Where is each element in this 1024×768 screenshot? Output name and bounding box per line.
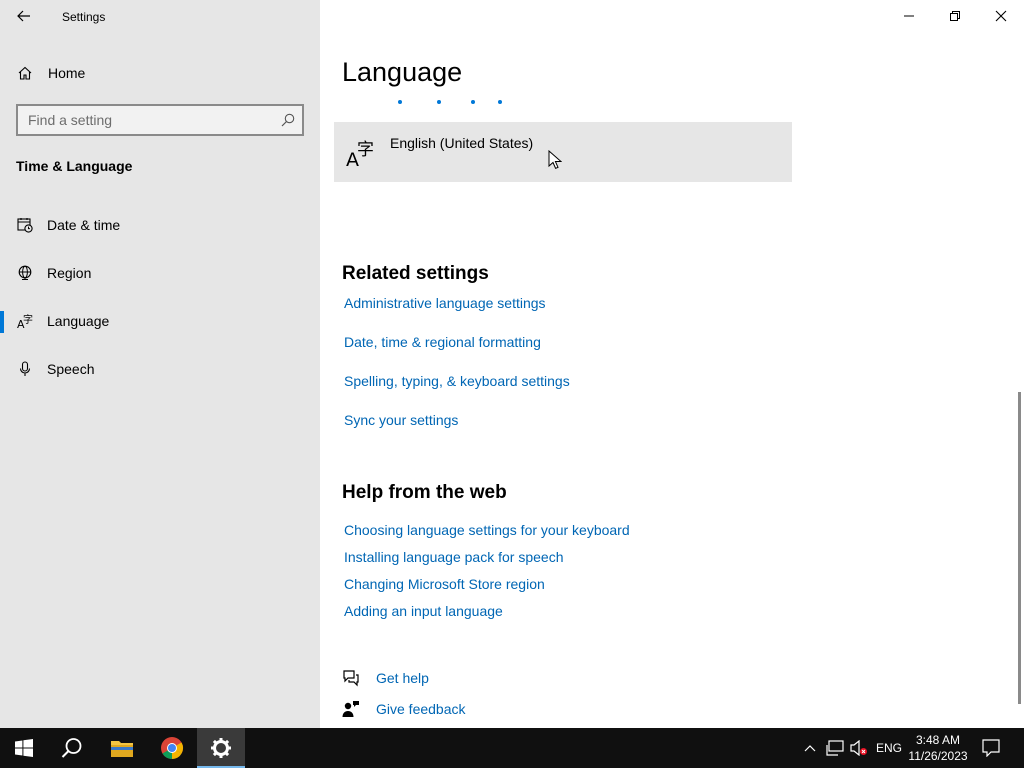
link-sync-settings[interactable]: Sync your settings — [344, 412, 458, 428]
get-help-label: Get help — [376, 670, 429, 686]
language-name: English (United States) — [390, 135, 534, 151]
close-icon — [995, 10, 1007, 22]
microphone-icon — [19, 361, 31, 376]
chevron-up-icon — [804, 745, 816, 752]
clock-date: 11/26/2023 — [908, 749, 968, 763]
restore-button[interactable] — [932, 0, 978, 32]
link-date-time-regional-formatting[interactable]: Date, time & regional formatting — [344, 334, 541, 350]
search-icon — [281, 113, 295, 127]
sidebar-item-label: Date & time — [47, 217, 121, 233]
link-help-language-pack-speech[interactable]: Installing language pack for speech — [344, 549, 563, 565]
gear-icon — [211, 738, 231, 758]
link-admin-language-settings[interactable]: Administrative language settings — [344, 295, 546, 311]
link-help-keyboard-language[interactable]: Choosing language settings for your keyb… — [344, 522, 630, 538]
minimize-button[interactable] — [886, 0, 932, 32]
calendar-clock-icon — [17, 218, 33, 233]
sidebar-item-language[interactable]: A 字 Language — [0, 301, 320, 341]
clock-time: 3:48 AM — [915, 733, 961, 747]
volume-muted-icon — [850, 740, 867, 756]
chrome-icon — [161, 737, 183, 759]
feedback-person-icon — [342, 701, 359, 717]
input-language-indicator[interactable]: ENG — [876, 741, 902, 755]
search-box[interactable] — [16, 104, 304, 136]
link-help-store-region[interactable]: Changing Microsoft Store region — [344, 576, 545, 592]
svg-text:字: 字 — [23, 313, 33, 326]
back-button[interactable] — [10, 4, 38, 28]
language-icon: A 字 — [346, 140, 374, 168]
app-title: Settings — [62, 10, 106, 24]
sidebar-item-home[interactable]: Home — [0, 56, 320, 90]
chrome-button[interactable] — [148, 728, 196, 768]
clock[interactable]: 3:48 AM 11/26/2023 — [904, 732, 972, 764]
main-content: Language A 字 English (United States) Rel… — [320, 0, 1024, 728]
sidebar-item-label: Language — [47, 313, 110, 329]
home-icon — [18, 66, 32, 80]
sidebar-item-label: Region — [47, 265, 92, 281]
search-input[interactable] — [28, 111, 268, 129]
restore-icon — [950, 11, 960, 21]
taskbar: ENG 3:48 AM 11/26/2023 — [0, 728, 1024, 768]
minimize-icon — [904, 15, 914, 17]
sidebar-item-region[interactable]: Region — [0, 253, 320, 293]
start-button[interactable] — [0, 728, 48, 768]
help-from-web-heading: Help from the web — [342, 482, 507, 503]
give-feedback-label: Give feedback — [376, 701, 466, 717]
windows-logo-icon — [15, 739, 33, 757]
network-button[interactable] — [825, 738, 845, 758]
get-help-link[interactable]: Get help — [342, 667, 542, 689]
language-list-item[interactable]: A 字 English (United States) — [334, 122, 792, 182]
link-help-input-language[interactable]: Adding an input language — [344, 603, 503, 619]
volume-button[interactable] — [849, 738, 869, 758]
action-center-button[interactable] — [981, 738, 1001, 758]
globe-icon — [18, 265, 32, 280]
search-taskbar-button[interactable] — [48, 728, 96, 768]
give-feedback-link[interactable]: Give feedback — [342, 698, 542, 720]
file-explorer-button[interactable] — [98, 728, 146, 768]
network-icon — [826, 740, 844, 756]
chat-help-icon — [343, 670, 359, 687]
sidebar-item-label: Speech — [47, 361, 95, 377]
close-button[interactable] — [978, 0, 1024, 32]
page-title: Language — [342, 57, 463, 87]
back-arrow-icon — [17, 10, 30, 22]
notification-icon — [982, 739, 1000, 757]
scrollbar-thumb[interactable] — [1018, 392, 1021, 704]
sidebar-item-speech[interactable]: Speech — [0, 349, 320, 389]
show-hidden-icons-button[interactable] — [800, 738, 820, 758]
related-settings-heading: Related settings — [342, 263, 489, 284]
settings-taskbar-button[interactable] — [197, 728, 245, 768]
settings-sidebar: Settings Home Time & Language Date & tim… — [0, 0, 320, 728]
link-spelling-typing-keyboard[interactable]: Spelling, typing, & keyboard settings — [344, 373, 570, 389]
sidebar-item-date-time[interactable]: Date & time — [0, 205, 320, 245]
mouse-cursor-icon — [548, 150, 562, 169]
language-icon: A 字 — [17, 313, 33, 329]
loading-indicator — [398, 100, 508, 106]
svg-text:字: 字 — [357, 140, 374, 160]
sidebar-item-label: Home — [48, 65, 86, 81]
section-title: Time & Language — [16, 158, 133, 174]
search-icon — [61, 738, 82, 758]
folder-icon — [111, 741, 133, 757]
